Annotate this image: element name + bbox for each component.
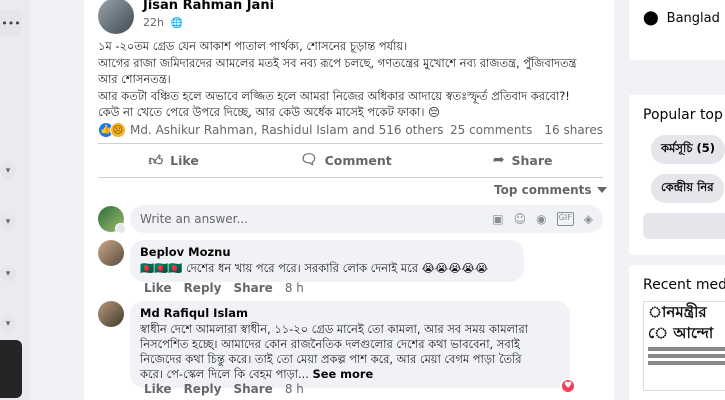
comment-share-button[interactable]: Share	[233, 382, 272, 396]
comment-composer: Write an answer... ▣ ☺ ◉ GIF ◈	[98, 204, 603, 234]
comment-reply-button[interactable]: Reply	[184, 382, 222, 396]
news-text-line	[648, 354, 725, 358]
comment-actions: Like Reply Share 8 h	[144, 382, 304, 396]
post-text: ১ম -২০তম গ্রেড যেন আকাশ পাতাল পার্থক্য, …	[98, 38, 603, 121]
location-row[interactable]: ⬤ Banglad	[629, 0, 725, 26]
comment-button[interactable]: 🗨︎ Comment	[284, 148, 408, 172]
popular-topics-title: Popular top	[643, 107, 723, 123]
comment-line: নিজেদের কথা চিন্তু করে। তাই তো মেয়া প্র…	[140, 352, 522, 366]
comment-line: স্বাধীন দেশে আমলারা স্বাধীন, ১১-২০ গ্রেড…	[140, 322, 528, 336]
location-text: Banglad	[666, 10, 720, 26]
author-avatar[interactable]	[98, 0, 134, 34]
more-options-button[interactable]: •••	[0, 10, 22, 36]
gif-icon[interactable]: GIF	[556, 212, 574, 226]
news-headline: ানমন্ত্রীর	[648, 303, 707, 321]
post-line: ১ম -২০তম গ্রেড যেন আকাশ পাতাল পার্থক্য, …	[98, 39, 408, 53]
post-time-text: 22h	[143, 16, 164, 29]
sticker-pack-icon[interactable]: ◈	[584, 212, 593, 226]
divider	[98, 177, 603, 178]
comment-line: করে। পে-স্কেল দিলে কি বেহম পাড়া...	[140, 367, 313, 381]
comment-item: Beplov Moznu 🇧🇩🇧🇩🇧🇩 দেশের ধন খায় পরে পর…	[98, 240, 524, 282]
sad-reaction-icon: ☹	[110, 122, 126, 138]
comment-text: 🇧🇩🇧🇩🇧🇩 দেশের ধন খায় পরে পরে। সরকারি লোক…	[140, 261, 489, 275]
chevron-down-icon[interactable]: ▾	[0, 214, 16, 230]
reactions-summary: 👍 ☹ Md. Ashikur Rahman, Rashidul Islam a…	[98, 120, 603, 140]
camera-icon[interactable]: ◉	[536, 212, 546, 226]
see-more-link[interactable]: See more	[313, 367, 374, 381]
recent-media-card: Recent med ানমন্ত্রীর ে আন্দো	[629, 265, 725, 400]
sort-label: Top comments	[494, 183, 592, 197]
comment-sort-dropdown[interactable]: Top comments	[494, 183, 607, 197]
post-actions: 👍︎ Like 🗨︎ Comment ➦ Share	[98, 146, 603, 174]
dark-panel	[0, 340, 22, 398]
comment-time[interactable]: 8 h	[285, 281, 304, 295]
reaction-icons[interactable]: 👍 ☹	[98, 122, 126, 138]
comment-like-button[interactable]: Like	[144, 281, 172, 295]
topic-chip[interactable]: কেন্দ্রীয় নির	[651, 174, 724, 203]
like-button[interactable]: 👍︎ Like	[132, 148, 214, 173]
post-line: আর কতটা বঞ্চিত হলে অভাবে লজ্জিত হলে আমরা…	[98, 88, 570, 103]
comments-count[interactable]: 25 comments	[450, 123, 532, 137]
caret-down-icon	[596, 187, 607, 193]
commenter-avatar[interactable]	[98, 301, 124, 327]
ellipsis-icon: •••	[1, 16, 21, 30]
comment-bubble: Beplov Moznu 🇧🇩🇧🇩🇧🇩 দেশের ধন খায় পরে পর…	[130, 240, 524, 282]
commenter-name[interactable]: Beplov Moznu	[140, 245, 514, 259]
author-name[interactable]: Jisan Rahman Jani	[143, 0, 274, 13]
comment-like-button[interactable]: Like	[144, 382, 172, 396]
sticker-icon[interactable]: ▣	[492, 212, 503, 226]
reaction-names[interactable]: Md. Ashikur Rahman, Rashidul Islam and 5…	[130, 123, 450, 137]
comment-share-button[interactable]: Share	[233, 281, 272, 295]
comment-input[interactable]: Write an answer... ▣ ☺ ◉ GIF ◈	[130, 205, 603, 233]
emoji-icon[interactable]: ☺	[514, 212, 527, 226]
left-rail: ••• ▾ ▾ ▾ ▾	[0, 0, 30, 400]
globe-icon: 🌐	[170, 18, 183, 29]
news-text-line	[648, 361, 725, 365]
post-timestamp[interactable]: 22h 🌐	[143, 16, 274, 29]
recent-media-title: Recent med	[643, 277, 725, 293]
topic-chip[interactable]: কর্মসূচি (5)	[651, 135, 725, 164]
news-text-line	[648, 347, 725, 351]
commenter-name[interactable]: Md Rafiqul Islam	[140, 306, 560, 320]
share-icon: ➦	[492, 152, 505, 168]
comment-reply-button[interactable]: Reply	[184, 281, 222, 295]
comment-item: Md Rafiqul Islam স্বাধীন দেশে আমলারা স্ব…	[98, 301, 576, 394]
location-pin-icon: ⬤	[643, 10, 659, 26]
current-user-avatar[interactable]	[98, 206, 126, 234]
chevron-down-icon[interactable]: ▾	[0, 163, 16, 179]
thumbs-up-icon: 👍︎	[148, 152, 164, 169]
heart-reaction-icon[interactable]: ♥	[560, 378, 576, 394]
popular-topics-card: Popular top কর্মসূচি (5) কেন্দ্রীয় নির	[629, 95, 725, 255]
location-card: ⬤ Banglad	[629, 0, 725, 60]
comment-actions: Like Reply Share 8 h	[144, 281, 304, 295]
comment-icon: 🗨︎	[299, 152, 318, 168]
post-card: Jisan Rahman Jani 22h 🌐 ১ম -২০তম গ্রেড য…	[84, 0, 614, 400]
news-headline: ে আন্দো	[648, 324, 714, 342]
comment-placeholder: Write an answer...	[140, 212, 248, 226]
share-label: Share	[511, 152, 553, 168]
divider	[98, 143, 603, 144]
news-thumbnail[interactable]: ানমন্ত্রীর ে আন্দো	[643, 301, 725, 391]
comment-time[interactable]: 8 h	[285, 382, 304, 396]
post-line: আর শোসনতন্ত্র।	[98, 72, 171, 86]
post-header: Jisan Rahman Jani 22h 🌐	[98, 0, 274, 34]
comment-label: Comment	[324, 152, 392, 168]
chevron-down-icon[interactable]: ▾	[0, 266, 16, 282]
post-line: কেউ না খেতে পেরে উপরে দিচ্ছে, আর কেউ অর্…	[98, 105, 440, 119]
comment-text: স্বাধীন দেশে আমলারা স্বাধীন, ১১-২০ গ্রেড…	[140, 322, 560, 382]
share-button[interactable]: ➦ Share	[477, 148, 569, 172]
comment-bubble: Md Rafiqul Islam স্বাধীন দেশে আমলারা স্ব…	[130, 301, 576, 394]
see-all-button[interactable]	[643, 213, 725, 239]
chevron-down-icon[interactable]: ▾	[0, 316, 16, 332]
post-line: আগের রাজা জমিদারদের আমলের মতই সব নব্য রূ…	[98, 55, 577, 70]
comment-line: নিসপেশিত হচ্ছে। আমাদের কোন রাজনৈতিক দলগু…	[140, 337, 520, 351]
shares-count[interactable]: 16 shares	[544, 123, 603, 137]
commenter-avatar[interactable]	[98, 240, 124, 266]
like-label: Like	[170, 152, 199, 168]
